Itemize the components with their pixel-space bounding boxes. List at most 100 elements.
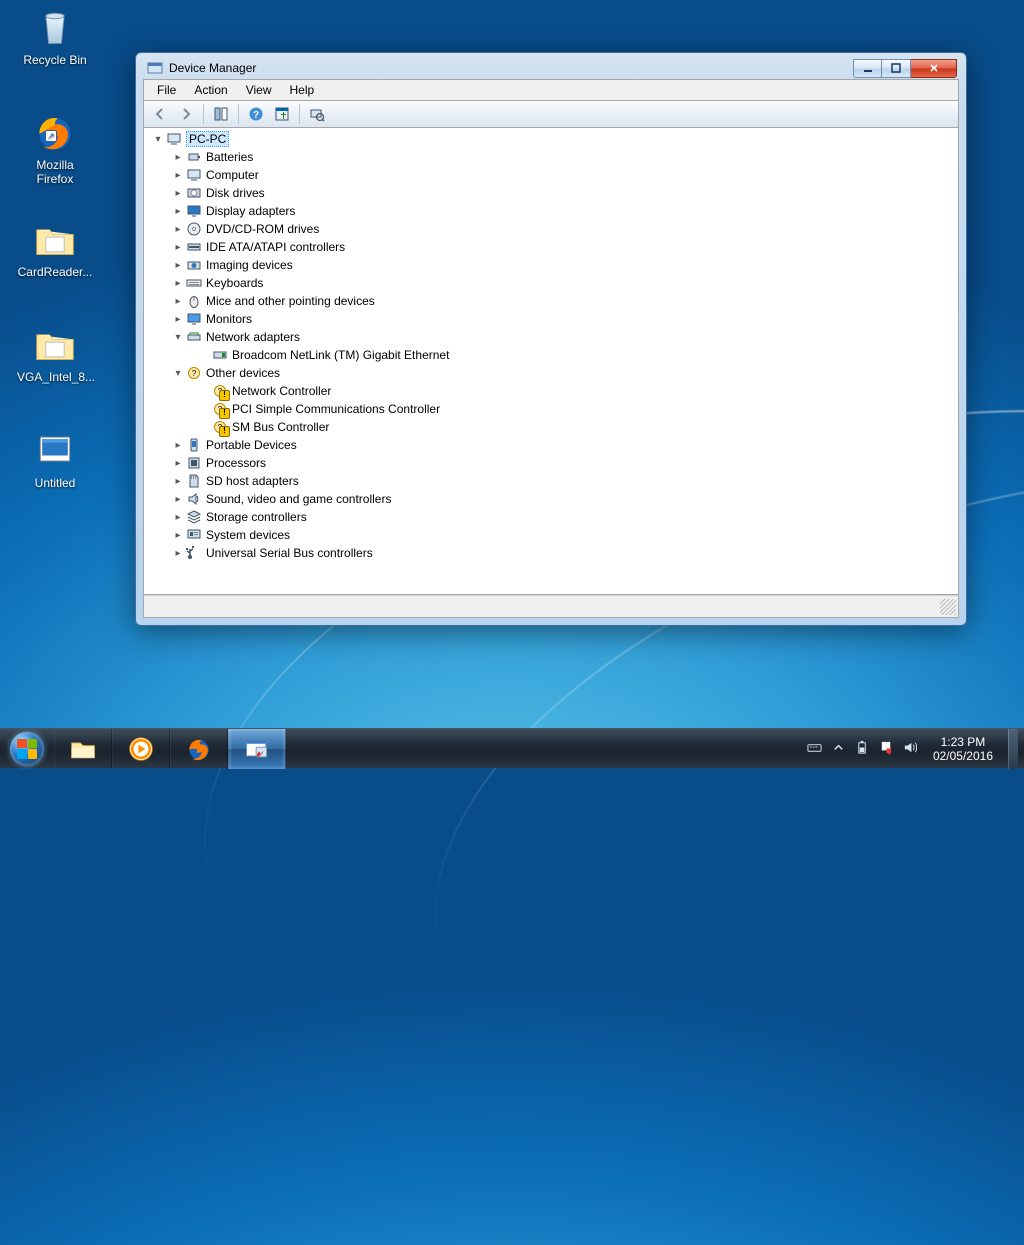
collapse-icon[interactable]: ▾ — [150, 134, 166, 145]
tree-node-label: DVD/CD-ROM drives — [206, 222, 319, 236]
tray-time: 1:23 PM — [933, 735, 993, 749]
expand-icon[interactable]: ▸ — [170, 188, 186, 199]
properties-button[interactable] — [270, 102, 294, 126]
scan-hardware-button[interactable] — [305, 102, 329, 126]
back-button[interactable] — [148, 102, 172, 126]
tree-node[interactable]: ▸Storage controllers — [144, 508, 958, 526]
show-hide-console-tree-button[interactable] — [209, 102, 233, 126]
expand-icon[interactable]: ▸ — [170, 512, 186, 523]
network-icon — [186, 329, 202, 345]
desktop-icon-vga[interactable]: VGA_Intel_8... — [17, 320, 93, 384]
tree-node[interactable]: ▸Keyboards — [144, 274, 958, 292]
expand-icon[interactable]: ▸ — [170, 494, 186, 505]
tree-node[interactable]: ?SM Bus Controller — [144, 418, 958, 436]
desktop-icon-untitled[interactable]: Untitled — [17, 426, 93, 490]
menubar: File Action View Help — [143, 79, 959, 100]
tray-clock[interactable]: 1:23 PM 02/05/2016 — [927, 735, 999, 763]
show-desktop-button[interactable] — [1008, 729, 1018, 769]
desktop-icon-firefox[interactable]: ↗ Mozilla Firefox — [17, 108, 93, 186]
expand-icon[interactable]: ▸ — [170, 260, 186, 271]
expand-icon[interactable]: ▸ — [170, 170, 186, 181]
tree-node[interactable]: Broadcom NetLink (TM) Gigabit Ethernet — [144, 346, 958, 364]
minimize-button[interactable] — [853, 59, 882, 78]
taskbar-button-mmc[interactable] — [228, 729, 286, 769]
tree-node[interactable]: ▸ Display adapters — [144, 202, 958, 220]
taskbar-button-firefox[interactable] — [170, 729, 228, 769]
menu-file[interactable]: File — [148, 81, 185, 99]
tree-node[interactable]: ▸System devices — [144, 526, 958, 544]
tree-node-label: Disk drives — [206, 186, 265, 200]
start-button[interactable] — [0, 729, 54, 769]
tree-node[interactable]: ▸Universal Serial Bus controllers — [144, 544, 958, 562]
expand-icon[interactable]: ▸ — [170, 278, 186, 289]
tree-node[interactable]: ▸ DVD/CD-ROM drives — [144, 220, 958, 238]
expand-icon[interactable]: ▸ — [170, 206, 186, 217]
tree-node[interactable]: ▾PC-PC — [144, 130, 958, 148]
tree-node[interactable]: ? Network Controller — [144, 382, 958, 400]
expand-icon[interactable]: ▸ — [170, 224, 186, 235]
tree-node-label: Sound, video and game controllers — [206, 492, 391, 506]
menu-help[interactable]: Help — [281, 81, 324, 99]
tray-volume-icon[interactable] — [903, 740, 918, 758]
tree-node[interactable]: ▸ Disk drives — [144, 184, 958, 202]
folder-icon — [31, 215, 79, 263]
unknown-icon: ? — [212, 383, 228, 399]
tray-keyboard-indicator-icon[interactable] — [807, 740, 822, 758]
tray-chevron-up-icon[interactable] — [831, 740, 846, 758]
close-button[interactable] — [911, 59, 957, 78]
tree-node[interactable]: ▸Portable Devices — [144, 436, 958, 454]
svg-text:?: ? — [218, 423, 223, 432]
tree-node[interactable]: ▸SD host adapters — [144, 472, 958, 490]
tree-node-label: Network Controller — [232, 384, 331, 398]
tree-node-label: Network adapters — [206, 330, 300, 344]
expand-icon[interactable]: ▸ — [170, 530, 186, 541]
forward-button[interactable] — [174, 102, 198, 126]
tray-battery-icon[interactable] — [855, 740, 870, 758]
taskbar-button-media-player[interactable] — [112, 729, 170, 769]
tree-node-label: Processors — [206, 456, 266, 470]
tree-node[interactable]: ▾ Network adapters — [144, 328, 958, 346]
tree-node-label: Display adapters — [206, 204, 295, 218]
expand-icon[interactable]: ▸ — [170, 440, 186, 451]
collapse-icon[interactable]: ▾ — [170, 368, 186, 379]
usb-icon — [186, 545, 202, 561]
resize-grip[interactable] — [940, 599, 956, 615]
taskbar-button-explorer[interactable] — [54, 729, 112, 769]
desktop-icon-recycle-bin[interactable]: Recycle Bin — [17, 3, 93, 67]
expand-icon[interactable]: ▸ — [170, 458, 186, 469]
expand-icon[interactable]: ▸ — [170, 296, 186, 307]
menu-view[interactable]: View — [237, 81, 281, 99]
tray-action-center-icon[interactable] — [879, 740, 894, 758]
tree-node[interactable]: ▸ Processors — [144, 454, 958, 472]
tree-node-label: Broadcom NetLink (TM) Gigabit Ethernet — [232, 348, 449, 362]
tree-node[interactable]: ▾?Other devices — [144, 364, 958, 382]
svg-text:?: ? — [253, 110, 259, 121]
expand-icon[interactable]: ▸ — [170, 476, 186, 487]
desktop-icon-label: CardReader... — [17, 265, 93, 279]
desktop-icon-label: Recycle Bin — [17, 53, 93, 67]
collapse-icon[interactable]: ▾ — [170, 332, 186, 343]
tree-node[interactable]: ▸Computer — [144, 166, 958, 184]
tree-node-label: Other devices — [206, 366, 280, 380]
desktop-icon-cardreader[interactable]: CardReader... — [17, 215, 93, 279]
maximize-button[interactable] — [882, 59, 911, 78]
tree-node[interactable]: ▸Imaging devices — [144, 256, 958, 274]
tree-node[interactable]: ▸ Sound, video and game controllers — [144, 490, 958, 508]
device-tree[interactable]: ▾PC-PC▸Batteries▸Computer▸Disk drives▸Di… — [144, 128, 958, 564]
nic-icon — [212, 347, 228, 363]
tree-node[interactable]: ▸Mice and other pointing devices — [144, 292, 958, 310]
cpu-icon — [186, 455, 202, 471]
titlebar[interactable]: Device Manager — [143, 59, 959, 79]
expand-icon[interactable]: ▸ — [170, 152, 186, 163]
expand-icon[interactable]: ▸ — [170, 548, 186, 559]
help-button[interactable]: ? — [244, 102, 268, 126]
tree-node-label: PCI Simple Communications Controller — [232, 402, 440, 416]
expand-icon[interactable]: ▸ — [170, 242, 186, 253]
tree-node[interactable]: ?PCI Simple Communications Controller — [144, 400, 958, 418]
expand-icon[interactable]: ▸ — [170, 314, 186, 325]
desktop-icon-label: VGA_Intel_8... — [17, 370, 93, 384]
tree-node[interactable]: ▸Monitors — [144, 310, 958, 328]
menu-action[interactable]: Action — [185, 81, 236, 99]
tree-node[interactable]: ▸IDE ATA/ATAPI controllers — [144, 238, 958, 256]
tree-node[interactable]: ▸Batteries — [144, 148, 958, 166]
